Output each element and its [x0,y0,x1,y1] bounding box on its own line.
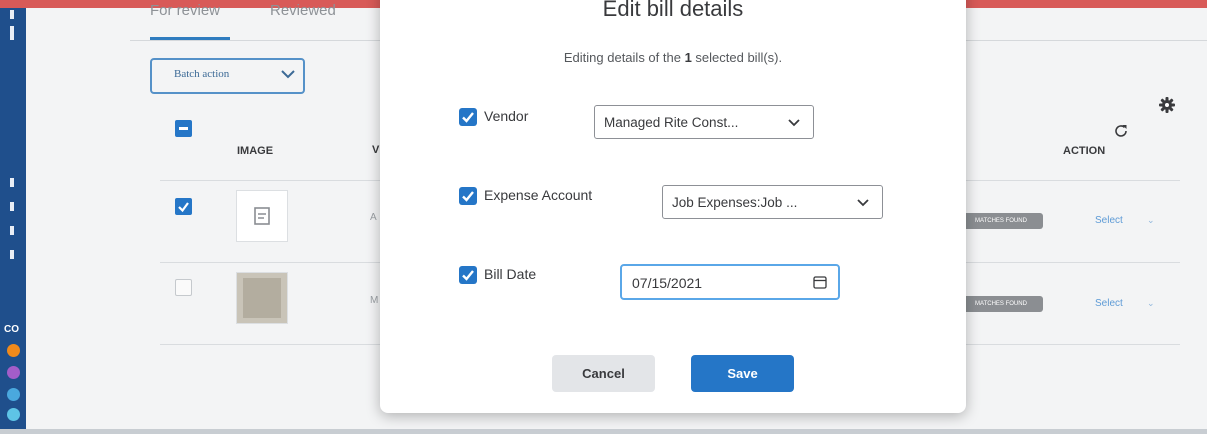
vendor-label: Vendor [484,108,529,124]
matches-found-badge: MATCHES FOUND [959,213,1043,229]
vendor-checkbox[interactable] [459,108,477,126]
expense-account-checkbox[interactable] [459,187,477,205]
row-action-select[interactable]: Select [1095,298,1123,309]
check-icon [178,202,189,213]
batch-action-label: Batch action [174,68,230,80]
nav-app-icon[interactable] [7,408,20,421]
nav-mark[interactable] [10,10,14,19]
selected-count: 1 [684,50,692,65]
tab-for-review[interactable]: For review [150,2,220,19]
bill-date-input[interactable]: 07/15/2021 [620,264,840,300]
chevron-down-icon [788,119,800,127]
calendar-icon[interactable] [813,275,827,289]
select-all-checkbox[interactable] [175,120,192,137]
dialog-title: Edit bill details [602,0,744,21]
row-checkbox[interactable] [175,198,192,215]
nav-app-icon[interactable] [7,388,20,401]
matches-found-badge: MATCHES FOUND [959,296,1043,312]
bill-image-thumbnail[interactable] [236,272,288,324]
chevron-down-icon [857,199,869,207]
dialog-subtitle: Editing details of the 1 selected bill(s… [380,50,966,65]
row-vendor-text: A [370,212,377,223]
row-vendor-text: M [370,295,379,306]
column-header-image: IMAGE [237,145,274,157]
row-checkbox[interactable] [175,279,192,296]
check-icon [462,191,474,202]
bill-image-thumbnail[interactable] [236,190,288,242]
bill-date-value: 07/15/2021 [632,275,703,291]
nav-app-icon[interactable] [7,344,20,357]
vendor-dropdown[interactable]: Managed Rite Const... [594,105,814,139]
refresh-icon[interactable] [1113,123,1129,139]
cancel-button[interactable]: Cancel [552,355,655,392]
nav-mark[interactable] [10,26,14,40]
bill-date-checkbox[interactable] [459,266,477,284]
subtitle-prefix: Editing details of the [563,50,685,65]
save-button[interactable]: Save [691,355,794,392]
column-header-action: ACTION [1063,145,1106,157]
nav-mark[interactable] [10,178,14,187]
column-header-vendor: V [372,144,380,156]
chevron-down-icon[interactable]: ⌄ [1147,298,1155,309]
nav-partial-label: CO [4,324,19,335]
chevron-down-icon [281,70,295,79]
expense-account-dropdown[interactable]: Job Expenses:Job ... [662,185,883,219]
left-nav: CO [0,8,26,429]
nav-mark[interactable] [10,250,14,259]
nav-mark[interactable] [10,226,14,235]
edit-bill-details-dialog: Edit bill details Editing details of the… [380,0,966,413]
row-action-select[interactable]: Select [1095,215,1123,226]
batch-action-dropdown[interactable]: Batch action [150,58,305,94]
scanned-bill-image [243,278,281,318]
bill-date-label: Bill Date [484,266,537,282]
minus-icon [179,127,188,130]
gear-icon[interactable] [1158,96,1176,114]
tab-reviewed[interactable]: Reviewed [270,2,336,19]
check-icon [462,270,474,281]
check-icon [462,112,474,123]
vendor-value: Managed Rite Const... [604,115,739,130]
nav-app-icon[interactable] [7,366,20,379]
nav-mark[interactable] [10,202,14,211]
expense-account-label: Expense Account [484,187,593,203]
expense-account-value: Job Expenses:Job ... [672,195,798,210]
subtitle-suffix: selected bill(s). [691,50,783,65]
bottom-bar [0,429,1207,434]
chevron-down-icon[interactable]: ⌄ [1147,215,1155,226]
document-icon [254,207,270,225]
